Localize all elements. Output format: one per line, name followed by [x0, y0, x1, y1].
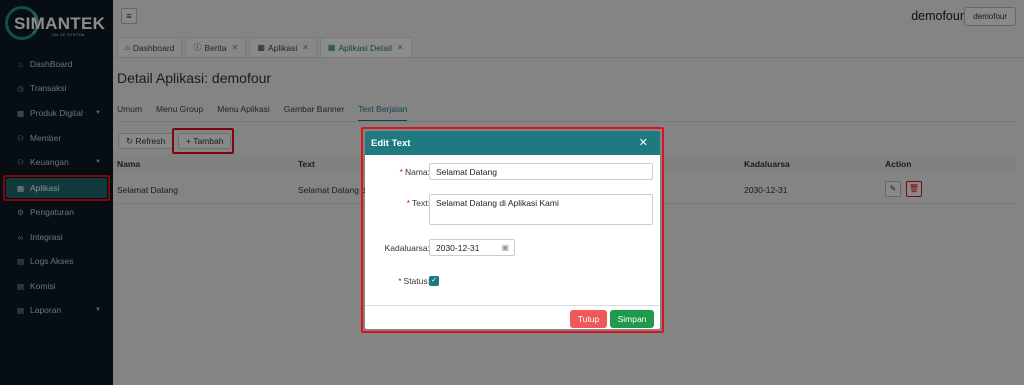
text-label-text: Text:: [412, 198, 430, 208]
kadaluarsa-date-field[interactable]: 2030-12-31 ▣: [429, 239, 515, 256]
calendar-icon: ▣: [501, 243, 509, 252]
text-field[interactable]: Selamat Datang di Aplikasi Kami: [429, 194, 653, 225]
save-button[interactable]: Simpan: [610, 310, 654, 328]
status-checkbox[interactable]: ✓: [429, 276, 439, 286]
kadaluarsa-label: Kadaluarsa:: [385, 243, 430, 253]
check-icon: ✓: [431, 277, 437, 284]
dialog-title: Edit Text: [371, 138, 411, 149]
edit-text-dialog: Edit Text ✕ *Nama: *Text: Selamat Datang…: [365, 131, 660, 329]
nama-label: * Nama:: [400, 167, 430, 177]
dialog-header: Edit Text ✕: [365, 131, 660, 155]
required-asterisk: *: [399, 167, 403, 177]
status-label-text: Status:: [403, 276, 430, 286]
kadaluarsa-label-text: Kadaluarsa:: [384, 243, 430, 253]
dialog-footer-divider: [365, 305, 660, 306]
required-asterisk: *: [406, 198, 411, 208]
required-asterisk: *: [398, 276, 402, 286]
close-icon[interactable]: ✕: [639, 136, 648, 149]
text-label: * Text:: [407, 198, 430, 208]
nama-label-text: Nama:: [404, 167, 430, 177]
kadaluarsa-value: 2030-12-31: [436, 243, 480, 253]
close-button[interactable]: Tutup: [570, 310, 607, 328]
nama-field[interactable]: [429, 163, 653, 180]
status-label: * Status:: [398, 276, 430, 286]
